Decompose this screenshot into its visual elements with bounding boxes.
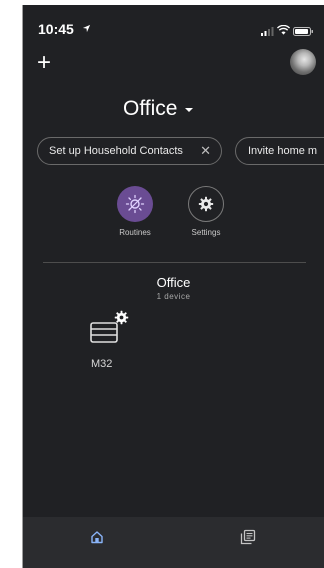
divider xyxy=(43,262,306,263)
home-icon[interactable] xyxy=(90,530,104,549)
chip-invite-home-member[interactable]: Invite home m xyxy=(235,137,324,165)
settings-label: Settings xyxy=(191,228,221,237)
wifi-icon xyxy=(276,22,291,40)
status-bar: 10:45 xyxy=(23,5,324,45)
dropdown-caret-icon xyxy=(185,108,194,112)
home-name: Office xyxy=(123,97,178,120)
room-device-count: 1 device xyxy=(156,292,191,301)
chip-invite-label: Invite home m xyxy=(248,145,318,157)
chip-household-contacts-label: Set up Household Contacts xyxy=(49,145,183,157)
phone-screen: 10:45 + Office Set up Household Contacts… xyxy=(22,5,324,568)
home-selector[interactable]: Office xyxy=(123,94,194,124)
routines-button[interactable] xyxy=(117,186,153,222)
close-icon[interactable]: ✕ xyxy=(200,144,211,158)
feed-icon[interactable] xyxy=(240,529,256,550)
room-title: Office xyxy=(156,275,191,290)
gear-icon xyxy=(198,196,214,212)
gear-icon xyxy=(114,310,129,325)
bottom-nav xyxy=(23,517,324,568)
device-tile-m32[interactable]: M32 xyxy=(89,310,135,374)
battery-icon xyxy=(293,23,314,41)
sun-icon xyxy=(125,194,145,214)
device-name: M32 xyxy=(91,358,113,370)
add-button[interactable]: + xyxy=(37,51,57,75)
location-arrow-icon xyxy=(82,20,91,38)
routines-label: Routines xyxy=(119,228,151,237)
cellular-signal-icon xyxy=(261,23,274,41)
status-time: 10:45 xyxy=(38,21,74,37)
avatar[interactable] xyxy=(290,49,316,75)
chip-household-contacts[interactable]: Set up Household Contacts ✕ xyxy=(37,137,222,165)
settings-button[interactable] xyxy=(188,186,224,222)
